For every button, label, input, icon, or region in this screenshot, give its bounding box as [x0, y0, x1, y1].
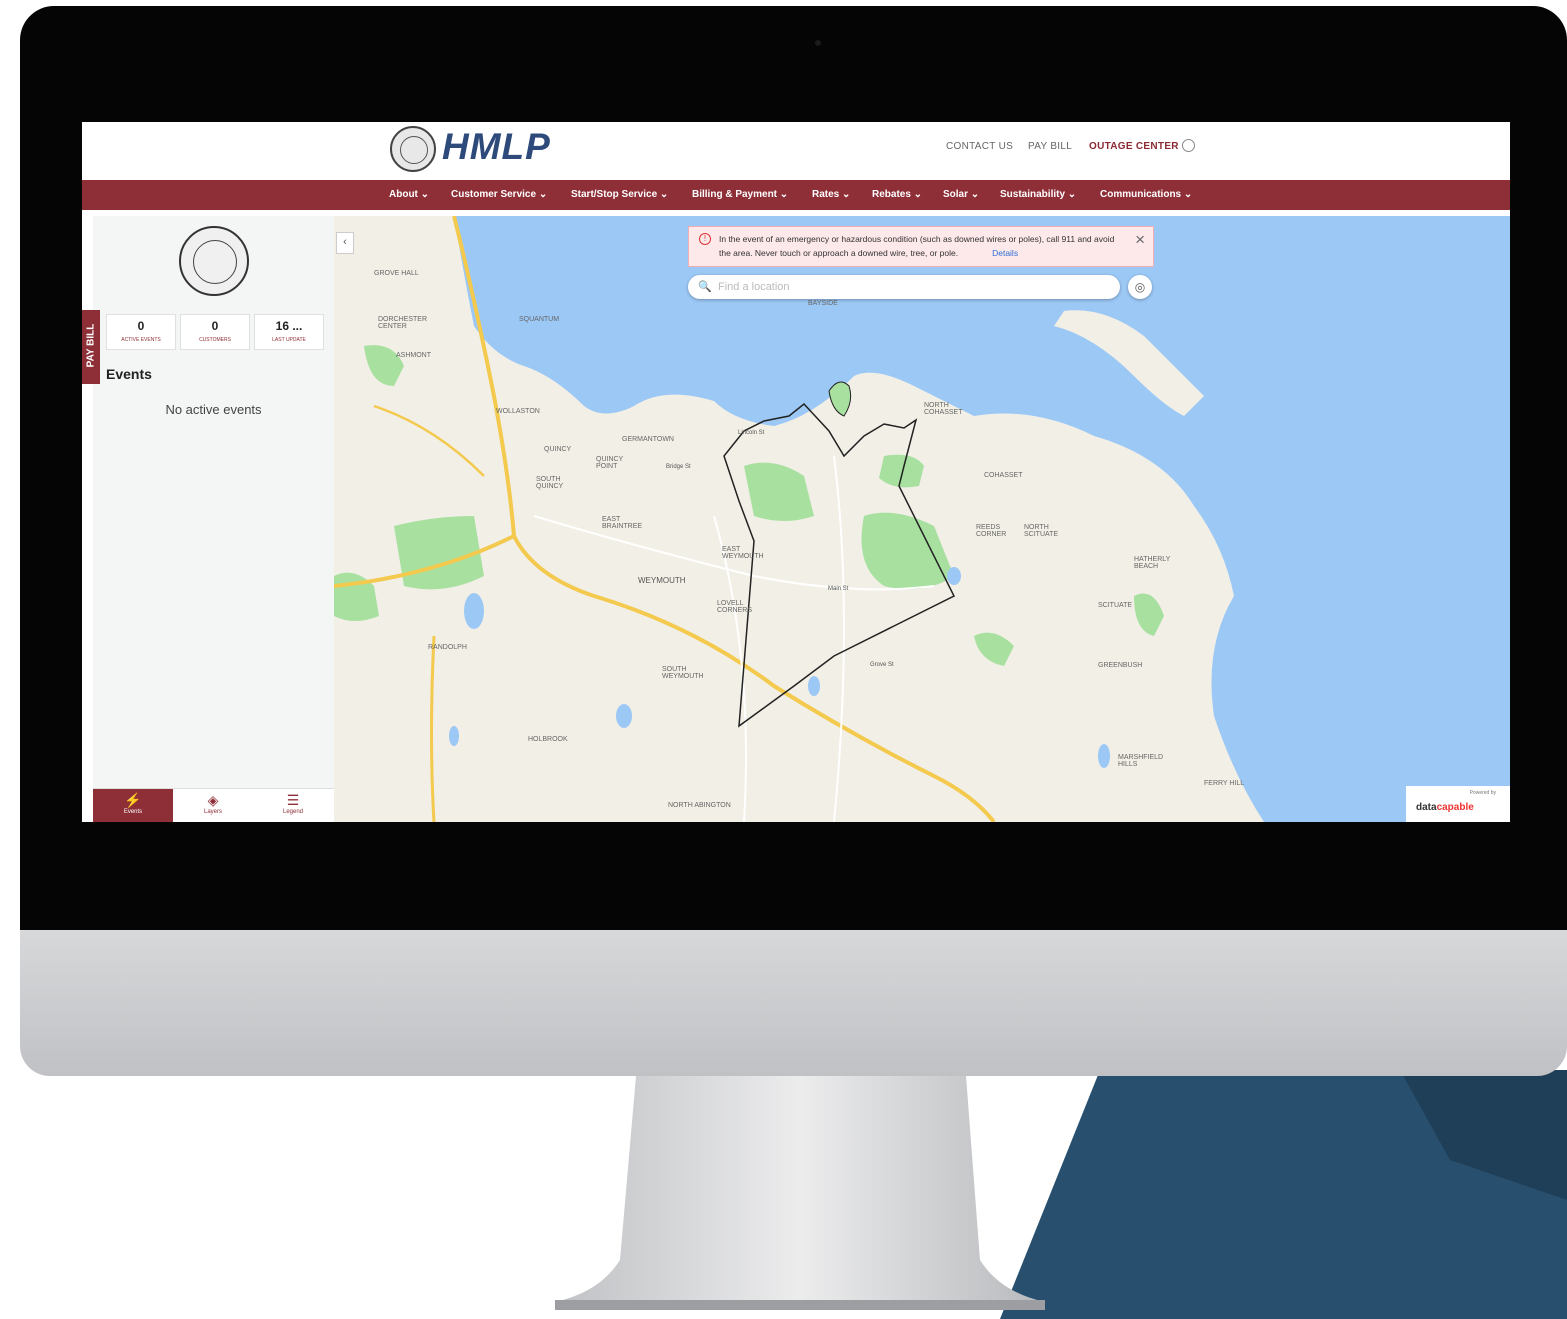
- nav-customer-service[interactable]: Customer Service ⌄: [451, 189, 547, 200]
- emergency-alert-banner: ! In the event of an emergency or hazard…: [688, 226, 1154, 267]
- main-nav: About ⌄ Customer Service ⌄ Start/Stop Se…: [82, 180, 1510, 210]
- map-label: NORTH ABINGTON: [668, 802, 731, 809]
- nav-communications[interactable]: Communications ⌄: [1100, 189, 1192, 200]
- map-label: COHASSET: [984, 472, 1023, 479]
- list-icon: ☰: [286, 792, 300, 808]
- search-icon: 🔍: [698, 281, 712, 293]
- map-label: GROVE HALL: [374, 270, 419, 277]
- map-label: Bridge St: [666, 464, 691, 470]
- locate-me-icon[interactable]: ◎: [1128, 275, 1152, 299]
- map-label: WOLLASTON: [496, 408, 540, 415]
- site-logo-text[interactable]: HMLP: [442, 126, 551, 168]
- nav-billing-payment[interactable]: Billing & Payment ⌄: [692, 189, 788, 200]
- tab-label: Legend: [282, 809, 304, 815]
- nav-solar[interactable]: Solar ⌄: [943, 189, 979, 200]
- browser-screen: HMLP CONTACT US PAY BILL OUTAGE CENTER A…: [82, 122, 1510, 822]
- lightning-icon: ⚡: [124, 792, 142, 808]
- map-label: QUINCY: [544, 446, 572, 453]
- map-label: NORTH COHASSET: [924, 402, 963, 416]
- customers-stat: 0 CUSTOMERS: [180, 314, 250, 350]
- nav-start-stop-service[interactable]: Start/Stop Service ⌄: [571, 189, 668, 200]
- camera-icon: [815, 40, 821, 46]
- map-label: ASHMONT: [396, 352, 431, 359]
- map-label: SOUTH WEYMOUTH: [662, 666, 704, 680]
- hmlp-seal-logo[interactable]: [390, 126, 436, 172]
- pay-bill-tab[interactable]: PAY BILL: [82, 310, 100, 384]
- map-label: SQUANTUM: [519, 316, 560, 323]
- outage-map[interactable]: GROVE HALL DORCHESTER CENTER ASHMONT SQU…: [334, 216, 1510, 822]
- nav-about[interactable]: About ⌄: [389, 189, 429, 200]
- map-canvas[interactable]: [334, 216, 1510, 822]
- site-header: HMLP CONTACT US PAY BILL OUTAGE CENTER: [82, 122, 1510, 180]
- outage-center-link[interactable]: OUTAGE CENTER: [1089, 141, 1179, 152]
- collapse-panel-button[interactable]: ‹: [336, 232, 354, 254]
- map-label: LOVELL CORNERS: [717, 600, 753, 614]
- powered-by-badge: Powered by datacapable: [1406, 786, 1510, 822]
- powered-by-label: Powered by: [1469, 790, 1496, 796]
- nav-sustainability[interactable]: Sustainability ⌄: [1000, 189, 1076, 200]
- map-label: DORCHESTER CENTER: [378, 316, 428, 330]
- tab-layers[interactable]: ◈ Layers: [173, 789, 253, 822]
- map-label: Grove St: [870, 662, 894, 668]
- alert-icon: !: [699, 233, 711, 245]
- tab-label: Layers: [203, 809, 222, 815]
- map-label: REEDS CORNER: [976, 524, 1007, 538]
- map-label: HOLBROOK: [528, 736, 568, 743]
- layers-icon: ◈: [207, 792, 219, 808]
- map-label: EAST WEYMOUTH: [722, 546, 764, 560]
- close-icon[interactable]: ×: [1135, 230, 1145, 250]
- stat-value: 16 ...: [275, 319, 303, 333]
- map-label: SOUTH QUINCY: [536, 476, 564, 490]
- location-search[interactable]: 🔍 Find a location: [688, 275, 1120, 299]
- pay-bill-link[interactable]: PAY BILL: [1028, 141, 1072, 152]
- map-label: FERRY HILL: [1204, 780, 1245, 787]
- stat-value: 0: [137, 319, 145, 333]
- alert-details-link[interactable]: Details: [992, 248, 1018, 258]
- map-label: MARSHFIELD HILLS: [1118, 754, 1164, 768]
- tab-legend[interactable]: ☰ Legend: [253, 789, 333, 822]
- stat-label: ACTIVE EVENTS: [121, 337, 161, 343]
- contact-us-link[interactable]: CONTACT US: [946, 141, 1013, 152]
- stat-value: 0: [211, 319, 219, 333]
- map-label: EAST BRAINTREE: [602, 516, 643, 530]
- tab-label: Events: [123, 809, 143, 815]
- nav-rebates[interactable]: Rebates ⌄: [872, 189, 922, 200]
- map-label: SCITUATE: [1098, 602, 1133, 609]
- no-events-message: No active events: [165, 402, 262, 417]
- alert-text: In the event of an emergency or hazardou…: [719, 234, 1115, 258]
- map-label: HATHERLY BEACH: [1134, 556, 1171, 570]
- last-update-stat: 16 ... LAST UPDATE: [254, 314, 324, 350]
- nav-rates[interactable]: Rates ⌄: [812, 189, 850, 200]
- events-panel: 0 ACTIVE EVENTS 0 CUSTOMERS 16 ... LAST …: [93, 216, 334, 822]
- hmlp-seal-logo: [179, 226, 249, 296]
- events-heading: Events: [106, 366, 152, 382]
- map-label: QUINCY POINT: [596, 456, 624, 470]
- map-label: NORTH SCITUATE: [1024, 524, 1059, 538]
- datacapable-logo: datacapable: [1416, 802, 1474, 813]
- search-input[interactable]: Find a location: [718, 281, 790, 293]
- pay-bill-tab-label: PAY BILL: [85, 323, 97, 368]
- map-label: Lincoln St: [738, 430, 765, 436]
- map-label: GERMANTOWN: [622, 436, 674, 443]
- search-icon[interactable]: [1182, 139, 1195, 152]
- map-label: BAYSIDE: [808, 300, 838, 307]
- map-label: WEYMOUTH: [638, 576, 686, 585]
- tab-events[interactable]: ⚡ Events: [93, 789, 173, 822]
- panel-tabs: ⚡ Events ◈ Layers ☰ Legend: [93, 788, 334, 822]
- stat-label: CUSTOMERS: [199, 337, 231, 343]
- map-label: Main St: [828, 586, 849, 592]
- stat-label: LAST UPDATE: [272, 337, 306, 343]
- map-label: RANDOLPH: [428, 644, 467, 651]
- active-events-stat: 0 ACTIVE EVENTS: [106, 314, 176, 350]
- map-label: GREENBUSH: [1098, 662, 1143, 669]
- monitor-chin: [20, 930, 1567, 1076]
